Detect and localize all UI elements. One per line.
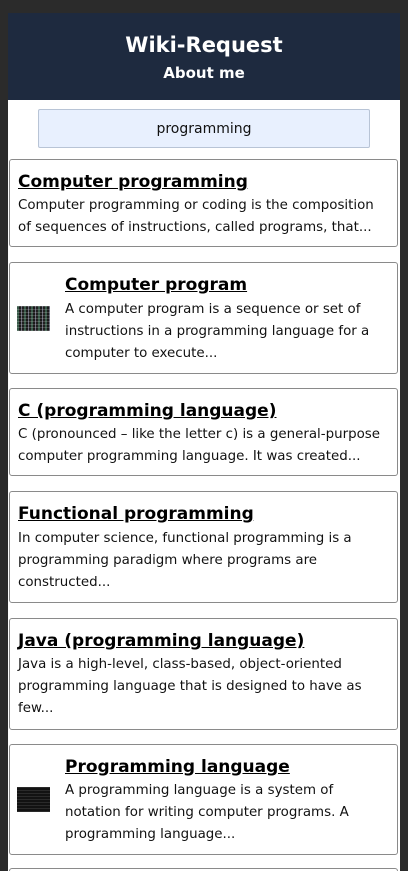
result-description: C (pronounced – like the letter c) is a …: [18, 427, 380, 464]
result-thumbnail: [17, 306, 50, 331]
result-card[interactable]: Functional programming In computer scien…: [9, 491, 398, 603]
result-thumbnail: [17, 787, 50, 812]
app-header: Wiki-Request About me: [8, 13, 400, 100]
result-description: Computer programming or coding is the co…: [18, 198, 374, 235]
about-me-link[interactable]: About me: [8, 62, 400, 84]
result-description: In computer science, functional programm…: [18, 531, 352, 590]
result-title[interactable]: Computer programming: [18, 171, 248, 193]
result-title[interactable]: Programming language: [65, 756, 290, 778]
result-card[interactable]: Computer program A computer program is a…: [9, 262, 398, 374]
result-title[interactable]: Functional programming: [18, 503, 254, 525]
results-panel[interactable]: Computer programming Computer programmin…: [8, 100, 400, 871]
result-description: A programming language is a system of no…: [65, 783, 349, 842]
result-card[interactable]: Java (programming language) Java is a hi…: [9, 618, 398, 730]
result-description: Java is a high-level, class-based, objec…: [18, 657, 362, 716]
search-input[interactable]: [38, 109, 370, 148]
app-window: Wiki-Request About me Computer programmi…: [0, 0, 408, 871]
result-title[interactable]: Computer program: [65, 274, 247, 296]
app-title: Wiki-Request: [125, 33, 283, 57]
result-card[interactable]: C (programming language) C (pronounced –…: [9, 388, 398, 476]
result-title[interactable]: Java (programming language): [18, 630, 304, 652]
result-title[interactable]: C (programming language): [18, 400, 276, 422]
result-description: A computer program is a sequence or set …: [65, 302, 370, 361]
result-card[interactable]: Programming language A programming langu…: [9, 744, 398, 855]
result-card[interactable]: Computer programming Computer programmin…: [9, 159, 398, 247]
